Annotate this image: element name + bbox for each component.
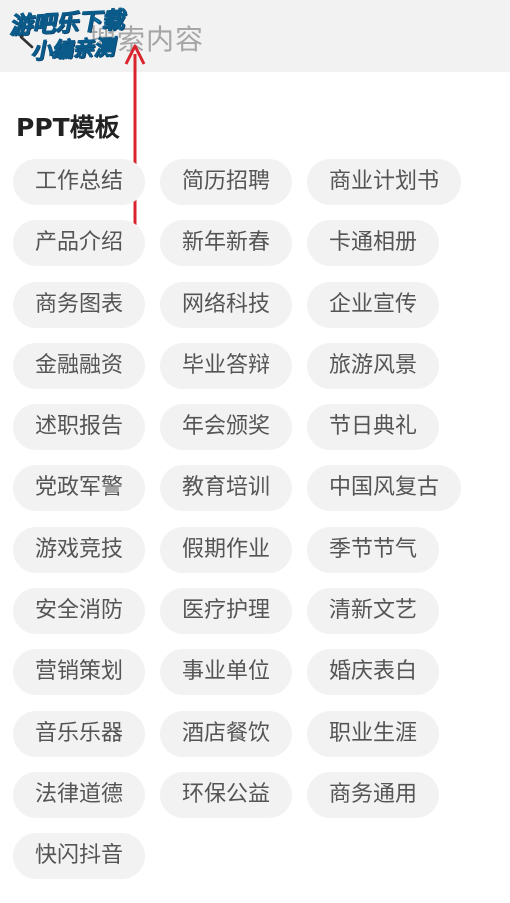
- category-tag[interactable]: 毕业答辩: [160, 342, 293, 389]
- category-tag[interactable]: 教育培训: [160, 465, 293, 512]
- category-tag[interactable]: 酒店餐饮: [160, 710, 293, 757]
- category-tag[interactable]: 环保公益: [160, 771, 293, 818]
- category-tag[interactable]: 游戏竞技: [13, 526, 146, 573]
- category-tag[interactable]: 工作总结: [13, 159, 146, 205]
- tag-row: 述职报告 年会颁奖 节日典礼: [13, 404, 493, 451]
- category-tag[interactable]: 商业计划书: [307, 159, 462, 205]
- category-tag[interactable]: 党政军警: [13, 465, 146, 512]
- category-tag[interactable]: 旅游风景: [307, 342, 440, 389]
- category-tag[interactable]: 年会颁奖: [160, 404, 293, 451]
- tag-row: 金融融资 毕业答辩 旅游风景: [13, 342, 493, 389]
- category-tag[interactable]: 节日典礼: [307, 404, 440, 451]
- category-tag[interactable]: 婚庆表白: [307, 649, 440, 696]
- category-tag[interactable]: 中国风复古: [307, 465, 462, 512]
- category-tag[interactable]: 快闪抖音: [13, 833, 146, 880]
- category-tag[interactable]: 新年新春: [160, 220, 293, 267]
- category-tag[interactable]: 商务图表: [13, 281, 146, 328]
- tag-row: 法律道德 环保公益 商务通用: [13, 771, 493, 818]
- category-tag[interactable]: 营销策划: [13, 649, 146, 696]
- tag-row: 安全消防 医疗护理 清新文艺: [13, 588, 493, 635]
- category-tag[interactable]: 网络科技: [160, 281, 293, 328]
- category-tag[interactable]: 金融融资: [13, 342, 146, 389]
- category-tag[interactable]: 述职报告: [13, 404, 146, 451]
- category-tag[interactable]: 企业宣传: [307, 281, 440, 328]
- tag-row: 产品介绍 新年新春 卡通相册: [13, 220, 493, 267]
- category-tag[interactable]: 职业生涯: [307, 710, 440, 757]
- tag-grid: 工作总结 简历招聘 商业计划书 产品介绍 新年新春 卡通相册 商务图表 网络科技 企业宣传 金融融…: [13, 159, 493, 895]
- category-tag[interactable]: 商务通用: [307, 771, 440, 818]
- tag-row: 快闪抖音: [13, 833, 493, 880]
- tag-row: 游戏竞技 假期作业 季节节气: [13, 526, 493, 573]
- category-tag[interactable]: 安全消防: [13, 588, 146, 635]
- category-tag[interactable]: 法律道德: [13, 771, 146, 818]
- tag-row: 音乐乐器 酒店餐饮 职业生涯: [13, 710, 493, 757]
- tag-row: 营销策划 事业单位 婚庆表白: [13, 649, 493, 696]
- category-tag[interactable]: 事业单位: [160, 649, 293, 696]
- tag-row: 工作总结 简历招聘 商业计划书: [13, 159, 493, 205]
- category-tag[interactable]: 音乐乐器: [13, 710, 146, 757]
- tag-row: 党政军警 教育培训 中国风复古: [13, 465, 493, 512]
- tag-row: 商务图表 网络科技 企业宣传: [13, 281, 493, 328]
- category-tag[interactable]: 医疗护理: [160, 588, 293, 635]
- section-title: PPT模板: [16, 113, 120, 142]
- category-tag[interactable]: 产品介绍: [13, 220, 146, 267]
- category-tag[interactable]: 清新文艺: [307, 588, 440, 635]
- category-tag[interactable]: 简历招聘: [160, 159, 293, 205]
- category-tag[interactable]: 假期作业: [160, 526, 293, 573]
- category-tag[interactable]: 卡通相册: [307, 220, 440, 267]
- category-tag[interactable]: 季节节气: [307, 526, 440, 573]
